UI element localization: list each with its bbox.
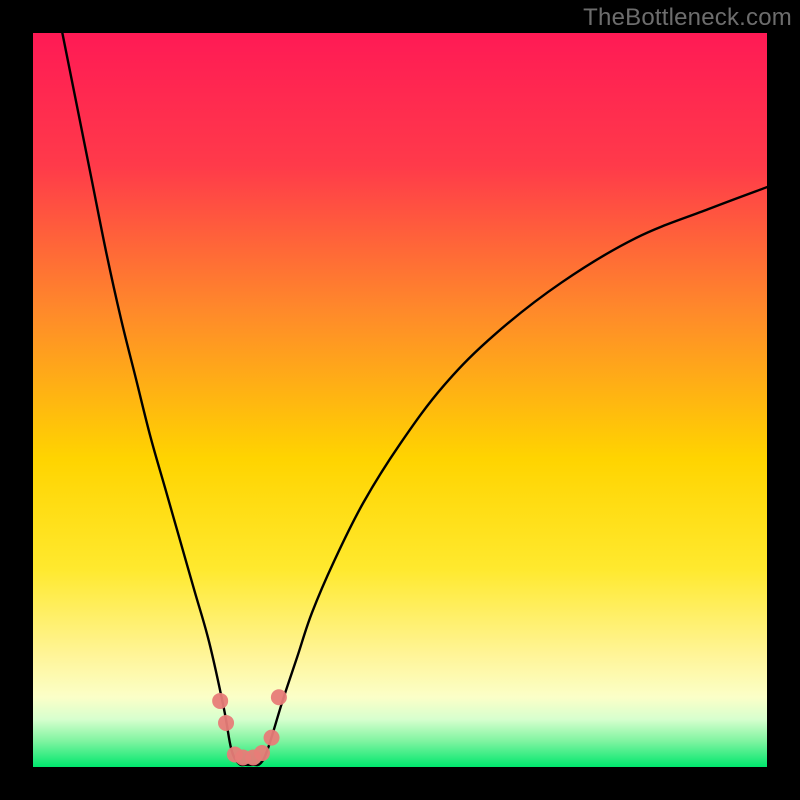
watermark: TheBottleneck.com [583, 4, 792, 32]
trough-marker [264, 730, 280, 746]
trough-marker [254, 745, 270, 761]
gradient-background [33, 33, 767, 767]
trough-marker [212, 693, 228, 709]
chart-frame: TheBottleneck.com [0, 0, 800, 800]
trough-marker [271, 689, 287, 705]
bottleneck-plot [33, 33, 767, 767]
trough-marker [218, 715, 234, 731]
